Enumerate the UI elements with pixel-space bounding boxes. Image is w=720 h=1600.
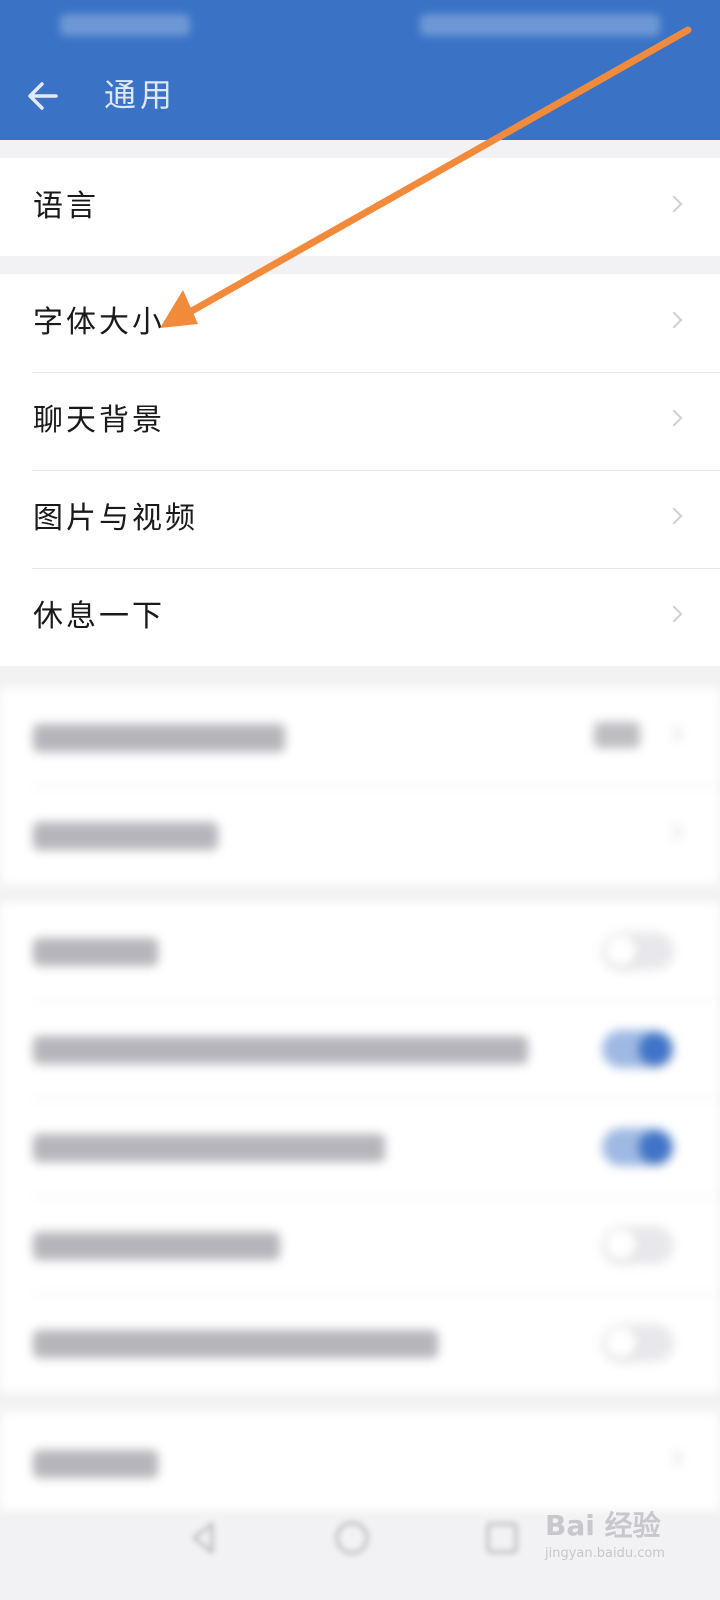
back-arrow-icon[interactable] [24, 78, 60, 114]
chevron-right-icon [665, 725, 683, 743]
settings-item-label: 聊天背景 [33, 403, 165, 438]
settings-group-display: 字体大小 聊天背景 图片与视频 休息一下 [0, 274, 720, 666]
settings-item-blurred-toggle[interactable] [0, 1000, 720, 1098]
settings-group-language: 语言 [0, 158, 720, 256]
blurred-label [33, 1036, 528, 1064]
blurred-label [33, 938, 158, 966]
blurred-label [33, 724, 285, 752]
chevron-right-icon [665, 507, 683, 525]
settings-item-chat-background[interactable]: 聊天背景 [0, 372, 720, 470]
toggle-switch[interactable] [602, 1324, 674, 1362]
blurred-label [33, 822, 218, 850]
toggle-knob [605, 1327, 637, 1359]
status-bar [0, 0, 720, 50]
blurred-value [594, 722, 640, 748]
nav-back-icon[interactable] [184, 1518, 224, 1558]
blurred-label [33, 1134, 385, 1162]
chevron-right-icon [665, 605, 683, 623]
settings-item-blurred-toggle[interactable] [0, 1196, 720, 1294]
toggle-knob [639, 1033, 671, 1065]
blurred-label [33, 1232, 280, 1260]
watermark-text: Bai 经验 [545, 1509, 661, 1542]
watermark-url: jingyan.baidu.com [545, 1546, 665, 1561]
settings-item-label: 图片与视频 [33, 501, 198, 536]
nav-recents-icon[interactable] [482, 1518, 522, 1558]
toggle-switch[interactable] [602, 1128, 674, 1166]
settings-item-blurred-toggle[interactable] [0, 1294, 720, 1392]
toggle-switch[interactable] [602, 1030, 674, 1068]
toggle-switch[interactable] [602, 1226, 674, 1264]
settings-item-blurred[interactable] [0, 688, 720, 786]
toggle-knob [639, 1131, 671, 1163]
chevron-right-icon [665, 195, 683, 213]
chevron-right-icon [665, 823, 683, 841]
chevron-right-icon [665, 1449, 683, 1467]
settings-item-photos-videos[interactable]: 图片与视频 [0, 470, 720, 568]
settings-item-label: 语言 [33, 189, 99, 224]
settings-item-blurred[interactable] [0, 786, 720, 884]
chevron-right-icon [665, 409, 683, 427]
page-title: 通用 [104, 76, 177, 114]
blurred-label [33, 1450, 158, 1478]
toggle-knob [605, 1229, 637, 1261]
status-right-info [420, 14, 660, 36]
settings-item-blurred-toggle[interactable] [0, 902, 720, 1000]
settings-item-take-a-break[interactable]: 休息一下 [0, 568, 720, 666]
settings-item-label: 休息一下 [33, 599, 165, 634]
nav-home-icon[interactable] [332, 1518, 372, 1558]
watermark: Bai 经验 jingyan.baidu.com [545, 1496, 705, 1566]
blurred-label [33, 1330, 438, 1358]
toggle-knob [605, 935, 637, 967]
settings-group-blurred-toggles [0, 902, 720, 1392]
toggle-switch[interactable] [602, 932, 674, 970]
settings-item-label: 字体大小 [33, 305, 165, 340]
settings-group-blurred-security [0, 688, 720, 884]
app-header: 通用 [0, 0, 720, 140]
status-left-info [60, 14, 190, 36]
settings-item-blurred-toggle[interactable] [0, 1098, 720, 1196]
chevron-right-icon [665, 311, 683, 329]
settings-item-language[interactable]: 语言 [0, 158, 720, 256]
settings-item-font-size[interactable]: 字体大小 [0, 274, 720, 372]
